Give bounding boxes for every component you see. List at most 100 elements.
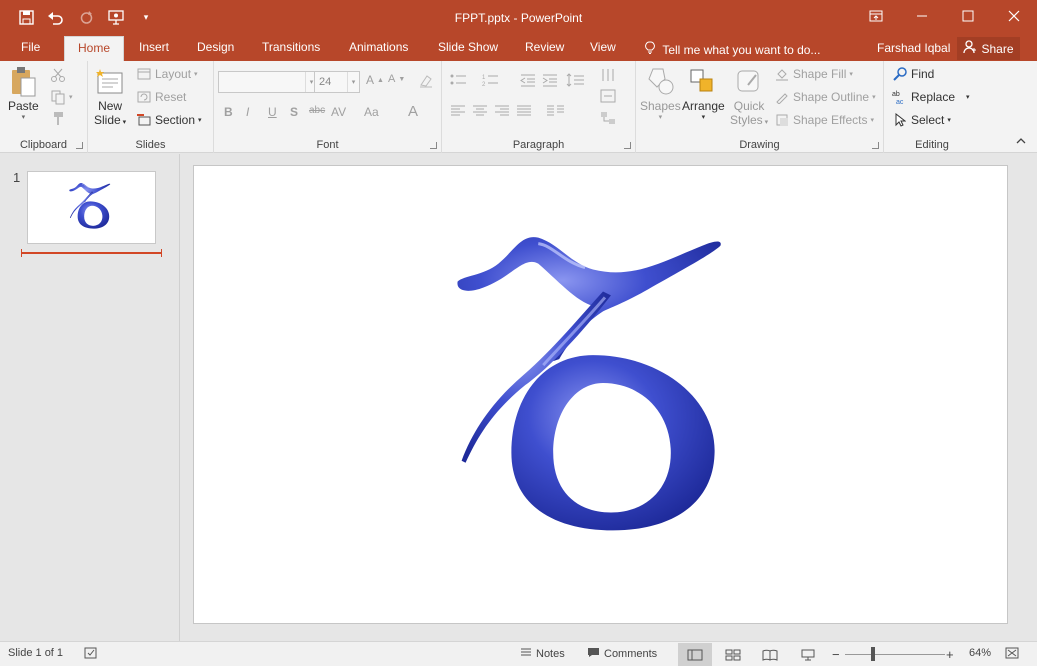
zoom-out-icon[interactable]: − <box>832 647 840 662</box>
align-right-icon[interactable] <box>494 105 510 117</box>
copy-icon[interactable]: ▾ <box>50 89 73 105</box>
smartart-icon[interactable] <box>600 111 616 125</box>
underline-icon[interactable]: U <box>268 105 277 119</box>
tab-animations[interactable]: Animations <box>345 36 412 61</box>
italic-icon[interactable]: I <box>246 105 249 119</box>
notes-button[interactable]: Notes <box>520 647 565 661</box>
clipboard-launcher-icon[interactable] <box>76 142 83 149</box>
font-size-combo[interactable]: 24 ▾ <box>314 71 360 93</box>
section-icon <box>136 112 152 128</box>
zoom-slider-thumb[interactable] <box>871 647 875 661</box>
drawing-launcher-icon[interactable] <box>872 142 879 149</box>
vertical-scrollbar[interactable] <box>1023 154 1037 641</box>
align-left-icon[interactable] <box>450 105 466 117</box>
tab-insert[interactable]: Insert <box>135 36 173 61</box>
tab-slide-show[interactable]: Slide Show <box>434 36 502 61</box>
paste-button[interactable]: Paste ▾ <box>8 65 39 121</box>
layout-button[interactable]: Layout ▾ <box>136 66 198 82</box>
font-size-dropdown-icon[interactable]: ▾ <box>347 72 359 92</box>
arrange-icon <box>688 65 718 99</box>
text-direction-icon[interactable] <box>600 67 616 83</box>
font-launcher-icon[interactable] <box>430 142 437 149</box>
tab-home[interactable]: Home <box>64 36 124 61</box>
justify-icon[interactable] <box>516 105 532 117</box>
slide-thumbnail[interactable] <box>27 171 156 244</box>
select-button[interactable]: Select ▾ <box>892 112 951 128</box>
undo-icon[interactable] <box>44 6 68 28</box>
numbering-icon[interactable]: 12 <box>482 73 504 87</box>
ribbon-display-icon[interactable] <box>853 0 899 32</box>
cursor-icon <box>892 112 908 128</box>
quick-access-toolbar: ▾ <box>14 6 158 28</box>
paragraph-launcher-icon[interactable] <box>624 142 631 149</box>
shapes-button[interactable]: Shapes ▾ <box>640 65 681 121</box>
lightbulb-icon <box>645 41 658 57</box>
quick-styles-label-2: Styles <box>730 113 763 127</box>
tell-me-box[interactable]: Tell me what you want to do... <box>645 41 820 57</box>
group-paragraph: 12 Paragraph <box>442 61 636 153</box>
reading-view-icon[interactable] <box>753 643 787 666</box>
collapse-ribbon-icon[interactable] <box>1016 137 1026 145</box>
save-icon[interactable] <box>14 6 38 28</box>
bold-icon[interactable]: B <box>224 105 233 119</box>
line-spacing-icon[interactable] <box>566 73 586 87</box>
customize-toolbar-icon[interactable]: ▾ <box>134 6 158 28</box>
normal-view-icon[interactable] <box>678 643 712 666</box>
format-painter-icon[interactable] <box>50 111 66 127</box>
increase-font-icon[interactable]: A ▲ <box>366 73 384 87</box>
quick-styles-button[interactable]: Quick Styles ▾ <box>730 65 768 127</box>
bullets-icon[interactable] <box>450 73 472 87</box>
decrease-font-icon[interactable]: A ▼ <box>388 73 405 85</box>
replace-button[interactable]: ab ac Replace ▾ <box>892 89 970 105</box>
user-name[interactable]: Farshad Iqbal <box>877 41 950 55</box>
quick-styles-icon <box>734 65 764 99</box>
align-center-icon[interactable] <box>472 105 488 117</box>
decrease-indent-icon[interactable] <box>520 73 536 87</box>
slide-canvas[interactable] <box>193 165 1008 624</box>
close-icon[interactable] <box>991 0 1037 32</box>
zoom-level[interactable]: 64% <box>969 647 991 659</box>
tab-design[interactable]: Design <box>193 36 238 61</box>
shape-outline-button[interactable]: Shape Outline ▾ <box>774 89 876 105</box>
comments-button[interactable]: Comments <box>587 647 657 661</box>
tab-file[interactable]: File <box>17 36 44 61</box>
fit-to-window-icon[interactable] <box>1005 647 1019 659</box>
comments-label: Comments <box>604 648 658 660</box>
change-case-icon[interactable]: Aa <box>364 105 379 119</box>
start-from-beginning-icon[interactable] <box>104 6 128 28</box>
tab-view[interactable]: View <box>586 36 620 61</box>
zoom-in-icon[interactable]: + <box>946 647 954 662</box>
character-spacing-icon[interactable]: AV <box>331 105 346 119</box>
cut-icon[interactable] <box>50 67 66 83</box>
font-family-combo[interactable]: ▾ <box>218 71 318 93</box>
shape-fill-button[interactable]: Shape Fill ▾ <box>774 66 853 82</box>
clear-formatting-icon[interactable] <box>418 73 434 89</box>
new-slide-label-2: Slide <box>94 113 121 127</box>
find-button[interactable]: Find <box>892 66 934 82</box>
zoom-slider[interactable] <box>845 654 945 655</box>
reset-button[interactable]: Reset <box>136 89 186 105</box>
strikethrough-icon[interactable]: abc <box>309 105 325 116</box>
tab-review[interactable]: Review <box>521 36 568 61</box>
spell-check-icon[interactable] <box>84 647 98 660</box>
align-text-icon[interactable] <box>600 89 616 103</box>
share-button[interactable]: Share <box>957 37 1020 60</box>
redo-icon[interactable] <box>74 6 98 28</box>
shape-effects-button[interactable]: Shape Effects ▾ <box>774 112 874 128</box>
increase-indent-icon[interactable] <box>542 73 558 87</box>
arrange-button[interactable]: Arrange ▾ <box>682 65 725 121</box>
columns-icon[interactable] <box>546 105 566 117</box>
minimize-icon[interactable] <box>899 0 945 32</box>
text-shadow-icon[interactable]: S <box>290 105 298 119</box>
font-color-icon[interactable]: A <box>408 103 418 120</box>
capricorn-symbol-image[interactable] <box>194 166 1007 623</box>
slide-show-icon[interactable] <box>791 643 825 666</box>
new-slide-button[interactable]: New Slide ▾ <box>94 65 126 127</box>
maximize-icon[interactable] <box>945 0 991 32</box>
slide-sorter-icon[interactable] <box>716 643 750 666</box>
tell-me-text: Tell me what you want to do... <box>662 43 821 57</box>
section-button[interactable]: Section ▾ <box>136 112 202 128</box>
tab-transitions[interactable]: Transitions <box>258 36 324 61</box>
ribbon: Paste ▾ ▾ Clipboard New Slide ▾ Layout▾ <box>0 61 1037 153</box>
svg-text:2: 2 <box>482 82 486 87</box>
